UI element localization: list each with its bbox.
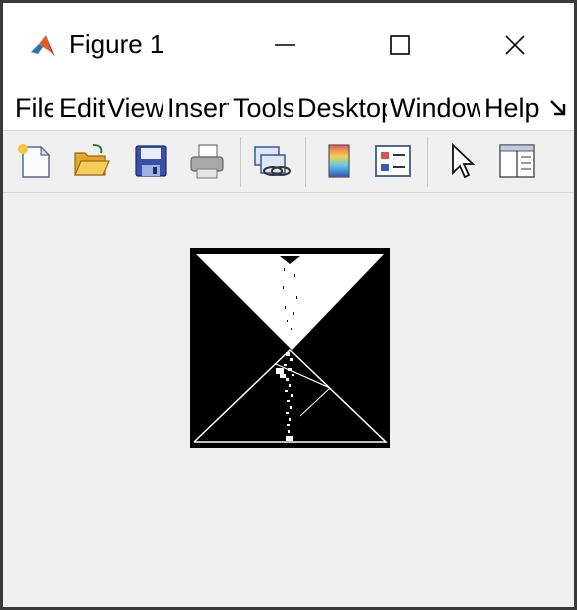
binary-image-plot[interactable] — [190, 248, 390, 448]
property-inspector-icon[interactable] — [497, 141, 537, 181]
minimize-button[interactable] — [255, 21, 315, 69]
insert-colorbar-icon[interactable] — [319, 141, 359, 181]
insert-legend-icon[interactable] — [373, 141, 413, 181]
close-icon — [505, 35, 525, 55]
minimize-icon — [275, 44, 295, 46]
new-figure-icon[interactable] — [15, 141, 55, 181]
menu-help[interactable]: Help — [484, 91, 540, 125]
save-icon[interactable] — [131, 141, 171, 181]
menu-edit[interactable]: Edit — [59, 91, 105, 125]
menu-overflow-arrow-icon[interactable] — [547, 97, 569, 119]
link-plot-icon[interactable] — [251, 141, 291, 181]
title-bar[interactable]: Figure 1 — [3, 3, 574, 83]
menu-desktop[interactable]: Desktop — [297, 91, 387, 125]
menu-tools[interactable]: Tools — [233, 91, 293, 125]
figure-window: Figure 1 File Edit View Insert Tools Des… — [0, 0, 577, 610]
menu-bar: File Edit View Insert Tools Desktop Wind… — [3, 83, 574, 131]
open-file-icon[interactable] — [71, 141, 111, 181]
toolbar-separator — [240, 137, 241, 187]
maximize-icon — [390, 35, 410, 55]
window-title: Figure 1 — [69, 29, 165, 59]
menu-window[interactable]: Window — [390, 91, 480, 125]
menu-insert[interactable]: Insert — [167, 91, 229, 125]
menu-view[interactable]: View — [107, 91, 163, 125]
print-icon[interactable] — [187, 141, 227, 181]
figure-canvas[interactable] — [3, 193, 574, 607]
toolbar-separator — [305, 137, 306, 187]
menu-file[interactable]: File — [15, 91, 53, 125]
figure-toolbar — [3, 131, 574, 193]
close-button[interactable] — [485, 21, 545, 69]
matlab-logo-icon — [29, 32, 57, 60]
toolbar-separator — [427, 137, 428, 187]
maximize-button[interactable] — [370, 21, 430, 69]
edit-plot-pointer-icon[interactable] — [443, 141, 483, 181]
